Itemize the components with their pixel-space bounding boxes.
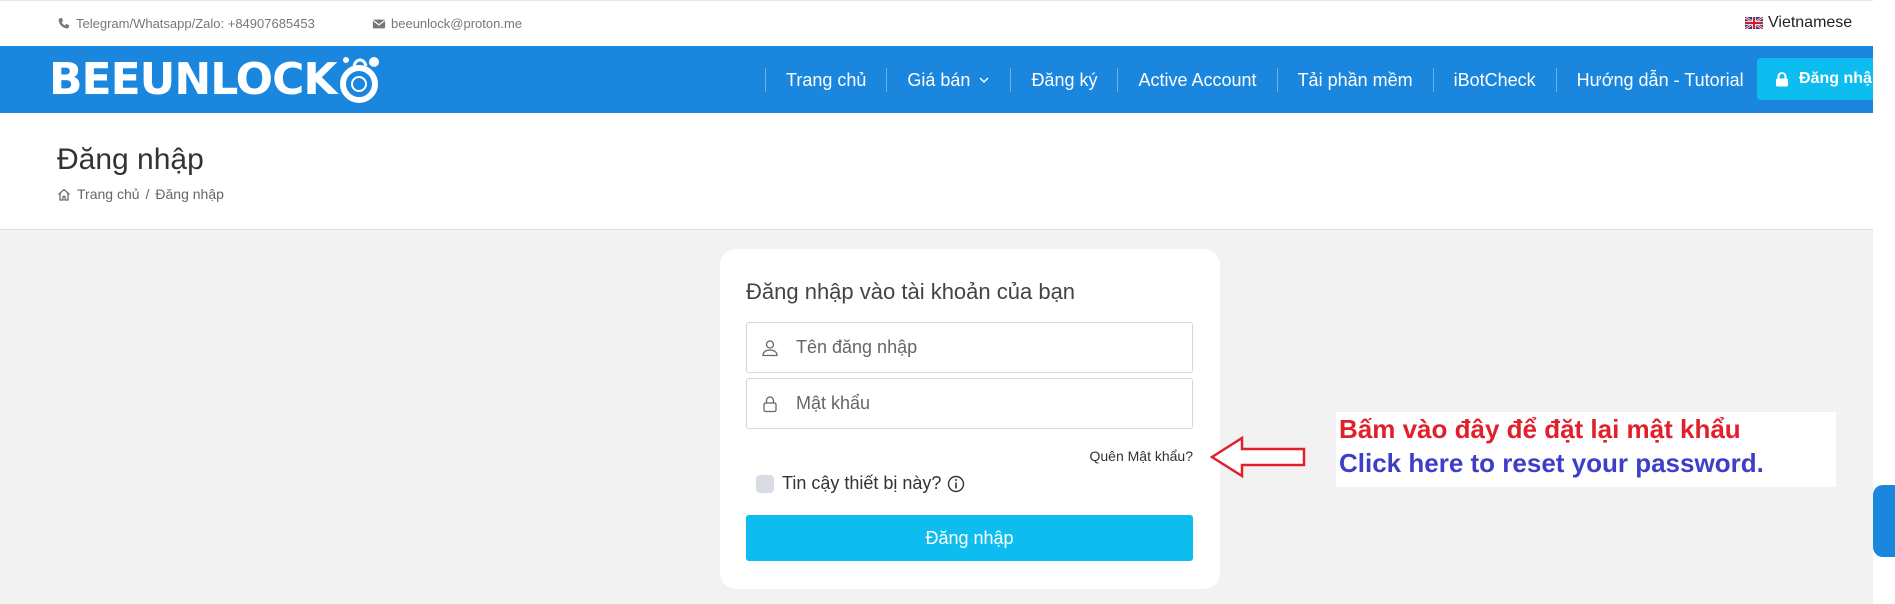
nav-item-ibotcheck[interactable]: iBotCheck bbox=[1432, 67, 1556, 92]
language-label: Vietnamese bbox=[1768, 14, 1853, 31]
contact-email[interactable]: beeunlock@proton.me bbox=[372, 16, 522, 31]
lock-icon bbox=[763, 395, 777, 412]
nav-item-active-account[interactable]: Active Account bbox=[1117, 67, 1276, 92]
contact-phone: Telegram/Whatsapp/Zalo: +84907685453 bbox=[57, 16, 315, 31]
username-field[interactable] bbox=[746, 322, 1193, 373]
page: Telegram/Whatsapp/Zalo: +84907685453 bee… bbox=[0, 0, 1873, 604]
breadcrumb: Trang chủ / Đăng nhập bbox=[57, 186, 224, 202]
page-header: Đăng nhập Trang chủ / Đăng nhập bbox=[0, 113, 1873, 230]
info-icon[interactable] bbox=[947, 475, 965, 493]
nav-item-ibotcheck-label: iBotCheck bbox=[1453, 69, 1536, 90]
password-field[interactable] bbox=[746, 378, 1193, 429]
chevron-down-icon bbox=[979, 76, 989, 83]
nav-item-register-label: Đăng ký bbox=[1031, 69, 1098, 90]
nav-item-pricing-label: Giá bán bbox=[907, 69, 971, 90]
nav-item-home[interactable]: Trang chủ bbox=[765, 67, 886, 92]
contact-phone-text: Telegram/Whatsapp/Zalo: +84907685453 bbox=[76, 16, 315, 31]
submit-login-button[interactable]: Đăng nhập bbox=[746, 515, 1193, 561]
login-card-title: Đăng nhập vào tài khoản của bạn bbox=[746, 279, 1076, 304]
bee-lock-logo-icon bbox=[340, 57, 380, 103]
breadcrumb-home[interactable]: Trang chủ bbox=[77, 186, 140, 202]
annotation-english: Click here to reset your password. bbox=[1339, 448, 1764, 478]
submit-login-label: Đăng nhập bbox=[925, 527, 1014, 548]
annotation-vietnamese: Bấm vào đây để đặt lại mật khẩu bbox=[1339, 414, 1741, 444]
phone-icon bbox=[58, 17, 70, 28]
password-input[interactable] bbox=[796, 393, 1176, 414]
nav-login-button[interactable]: Đăng nhập bbox=[1757, 58, 1873, 100]
username-input[interactable] bbox=[796, 337, 1176, 358]
nav-menu: Trang chủ Giá bán Đăng ký Active Account… bbox=[765, 46, 1764, 113]
arrow-left-icon bbox=[1210, 435, 1306, 479]
logo-text: BEEUNLOCK bbox=[49, 53, 337, 105]
forgot-password-link[interactable]: Quên Mật khẩu? bbox=[1089, 448, 1193, 464]
main-navbar: BEEUNLOCK Trang chủ Giá bán Đăng ký Acti… bbox=[0, 46, 1873, 113]
trust-device-label: Tin cậy thiết bị này? bbox=[782, 473, 942, 493]
nav-item-download-label: Tải phần mềm bbox=[1297, 69, 1413, 90]
login-card: Đăng nhập vào tài khoản của bạn Quên Mật… bbox=[720, 249, 1220, 589]
trust-device-row: Tin cậy thiết bị này? bbox=[756, 473, 965, 494]
nav-item-active-account-label: Active Account bbox=[1138, 69, 1257, 90]
envelope-icon bbox=[372, 19, 386, 28]
nav-item-tutorial-label: Hướng dẫn - Tutorial bbox=[1576, 69, 1744, 90]
top-contact-bar: Telegram/Whatsapp/Zalo: +84907685453 bee… bbox=[0, 0, 1873, 46]
nav-login-label: Đăng nhập bbox=[1799, 70, 1873, 87]
trust-device-checkbox[interactable] bbox=[756, 474, 774, 493]
nav-item-home-label: Trang chủ bbox=[786, 69, 867, 90]
floating-side-tab[interactable] bbox=[1873, 485, 1895, 557]
nav-item-register[interactable]: Đăng ký bbox=[1010, 67, 1117, 92]
home-icon bbox=[58, 188, 70, 201]
user-icon bbox=[762, 339, 778, 356]
nav-item-tutorial[interactable]: Hướng dẫn - Tutorial bbox=[1555, 67, 1764, 92]
uk-flag-icon bbox=[1745, 17, 1763, 29]
breadcrumb-current: Đăng nhập bbox=[155, 186, 224, 202]
nav-item-pricing[interactable]: Giá bán bbox=[886, 67, 1010, 92]
page-title: Đăng nhập bbox=[57, 143, 204, 176]
language-selector[interactable]: Vietnamese bbox=[1745, 14, 1852, 32]
breadcrumb-separator: / bbox=[145, 186, 150, 202]
nav-item-download[interactable]: Tải phần mềm bbox=[1276, 67, 1433, 92]
contact-email-text: beeunlock@proton.me bbox=[391, 16, 522, 31]
reset-password-annotation: Bấm vào đây để đặt lại mật khẩu Click he… bbox=[1336, 412, 1836, 487]
brand-logo[interactable]: BEEUNLOCK bbox=[49, 52, 382, 106]
lock-icon bbox=[1776, 71, 1788, 86]
